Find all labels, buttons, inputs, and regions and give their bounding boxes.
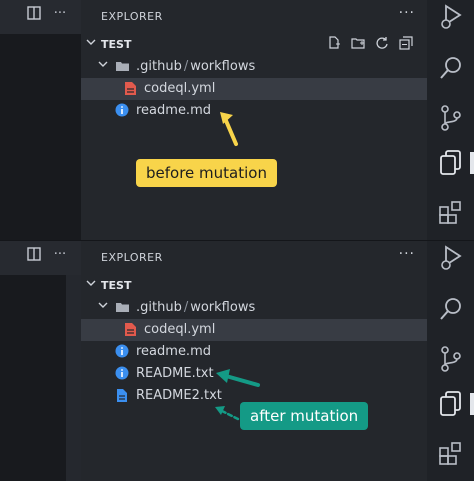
chevron-down-icon: [86, 278, 96, 291]
file-label: codeql.yml: [144, 322, 216, 337]
split-editor-icon[interactable]: [24, 247, 44, 267]
green-arrow-icon: [216, 369, 260, 387]
folder-child-label: workflows: [190, 59, 256, 74]
split-editor-icon[interactable]: [24, 6, 44, 26]
tree-item-readme-md[interactable]: readme.md: [81, 100, 427, 122]
info-icon: [115, 103, 129, 119]
folder-label: .github / workflows: [136, 59, 255, 74]
text-file-icon: [116, 388, 130, 404]
vscode-panel-after: ··· EXPLORER ··· TEST .github / workflows: [0, 241, 474, 481]
yml-file-icon: [124, 81, 138, 97]
explorer-header: EXPLORER ···: [81, 0, 427, 34]
workspace-section-header[interactable]: TEST: [81, 275, 427, 297]
folder-child-label: workflows: [190, 300, 256, 315]
explorer-title: EXPLORER: [101, 251, 163, 264]
editor-gutter: [66, 275, 81, 481]
folder-parent-label: .github: [136, 59, 182, 74]
source-control-icon[interactable]: [436, 103, 466, 133]
info-icon: [115, 366, 129, 382]
collapse-all-icon[interactable]: [397, 36, 415, 54]
editor-more-button[interactable]: ···: [50, 4, 70, 24]
activity-bar: [427, 0, 474, 240]
file-label: README2.txt: [136, 388, 222, 403]
explorer-sidebar: EXPLORER ··· TEST .github / workflows co…: [81, 241, 427, 481]
tree-item-codeql-yml[interactable]: codeql.yml: [81, 78, 427, 100]
after-mutation-callout: after mutation: [240, 402, 369, 430]
explorer-icon[interactable]: [436, 389, 466, 419]
run-debug-icon[interactable]: [436, 243, 466, 273]
green-dashed-arrow-icon: [215, 406, 240, 421]
tree-item-folder-workflows[interactable]: .github / workflows: [81, 56, 427, 78]
active-view-indicator: [470, 393, 474, 415]
chevron-down-icon: [98, 300, 108, 313]
workspace-name: TEST: [101, 38, 132, 51]
search-icon[interactable]: [436, 53, 466, 83]
tree-item-readme-md[interactable]: readme.md: [81, 341, 427, 363]
explorer-icon[interactable]: [436, 148, 466, 178]
run-debug-icon[interactable]: [436, 2, 466, 32]
explorer-more-button[interactable]: ···: [399, 5, 415, 21]
workspace-name: TEST: [101, 279, 132, 292]
workspace-section-header[interactable]: TEST: [81, 34, 427, 56]
file-label: readme.md: [136, 103, 211, 118]
search-icon[interactable]: [436, 294, 466, 324]
new-file-icon[interactable]: [325, 36, 343, 54]
new-folder-icon[interactable]: [349, 36, 367, 54]
folder-open-icon: [115, 59, 129, 75]
editor-area: ···: [0, 241, 81, 481]
folder-parent-label: .github: [136, 300, 182, 315]
extensions-icon[interactable]: [436, 439, 466, 469]
chevron-down-icon: [86, 37, 96, 50]
refresh-icon[interactable]: [373, 36, 391, 54]
yellow-arrow-icon: [220, 112, 238, 146]
vscode-panel-before: ··· EXPLORER ··· TEST .github / workflow…: [0, 0, 474, 240]
source-control-icon[interactable]: [436, 344, 466, 374]
editor-content: [0, 34, 81, 240]
activity-bar: [427, 241, 474, 481]
editor-more-button[interactable]: ···: [50, 245, 70, 265]
explorer-title: EXPLORER: [101, 10, 163, 23]
before-mutation-callout: before mutation: [136, 159, 277, 187]
tree-item-folder-workflows[interactable]: .github / workflows: [81, 297, 427, 319]
file-label: readme.md: [136, 344, 211, 359]
folder-separator: /: [183, 300, 189, 315]
active-view-indicator: [470, 152, 474, 174]
extensions-icon[interactable]: [436, 198, 466, 228]
explorer-header: EXPLORER ···: [81, 241, 427, 275]
file-label: codeql.yml: [144, 81, 216, 96]
folder-separator: /: [183, 59, 189, 74]
tree-item-codeql-yml[interactable]: codeql.yml: [81, 319, 427, 341]
yml-file-icon: [124, 322, 138, 338]
info-icon: [115, 344, 129, 360]
file-label: README.txt: [136, 366, 214, 381]
editor-area: ···: [0, 0, 81, 240]
chevron-down-icon: [98, 59, 108, 72]
folder-open-icon: [115, 300, 129, 316]
section-actions: [325, 36, 415, 54]
folder-label: .github / workflows: [136, 300, 255, 315]
explorer-more-button[interactable]: ···: [399, 246, 415, 262]
explorer-sidebar: EXPLORER ··· TEST .github / workflows co…: [81, 0, 427, 240]
